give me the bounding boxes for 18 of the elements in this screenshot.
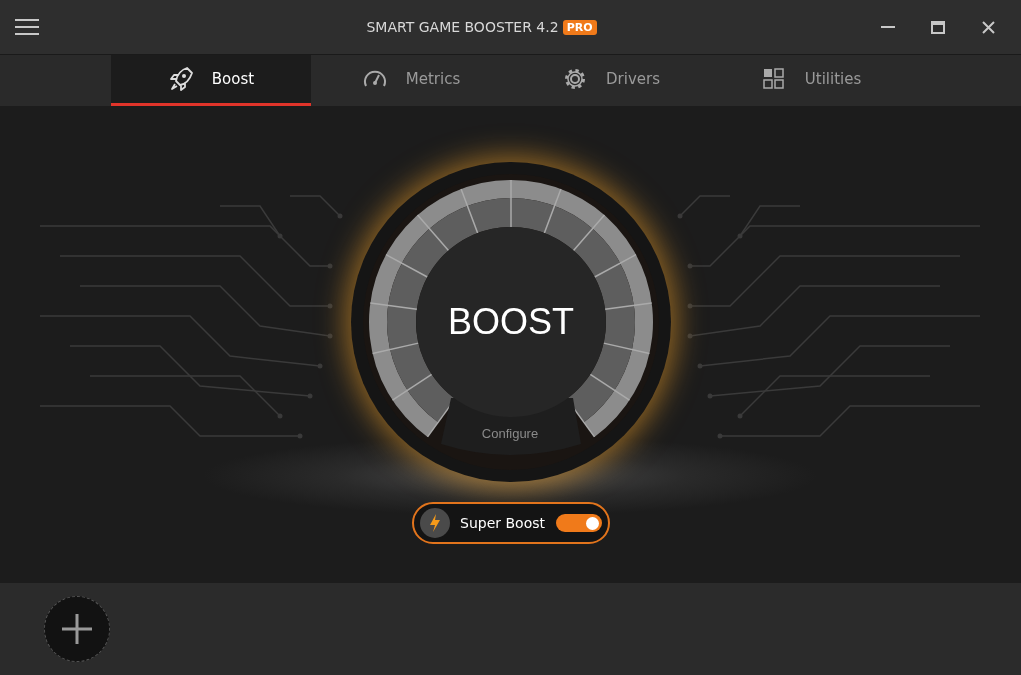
close-icon (981, 20, 995, 34)
tab[interactable]: Metrics (311, 55, 511, 106)
settings-icon (562, 66, 588, 92)
tab[interactable]: Boost (111, 55, 311, 106)
tab[interactable]: Utilities (711, 55, 911, 106)
grid-icon (760, 66, 787, 92)
menu-button[interactable] (14, 17, 40, 37)
plus-icon (62, 614, 92, 644)
window-title: SMART GAME BOOSTER 4.2 (366, 17, 559, 37)
rocket-icon (167, 66, 194, 92)
tab[interactable]: Drivers (511, 55, 711, 106)
pro-badge: PRO (562, 19, 597, 35)
menu-icon (15, 19, 39, 35)
super-boost-toggle[interactable] (556, 514, 602, 532)
minimize-icon (881, 26, 895, 28)
super-boost-label: Super Boost (460, 513, 545, 533)
lightning-icon (420, 508, 450, 538)
maximize-icon (931, 20, 945, 34)
